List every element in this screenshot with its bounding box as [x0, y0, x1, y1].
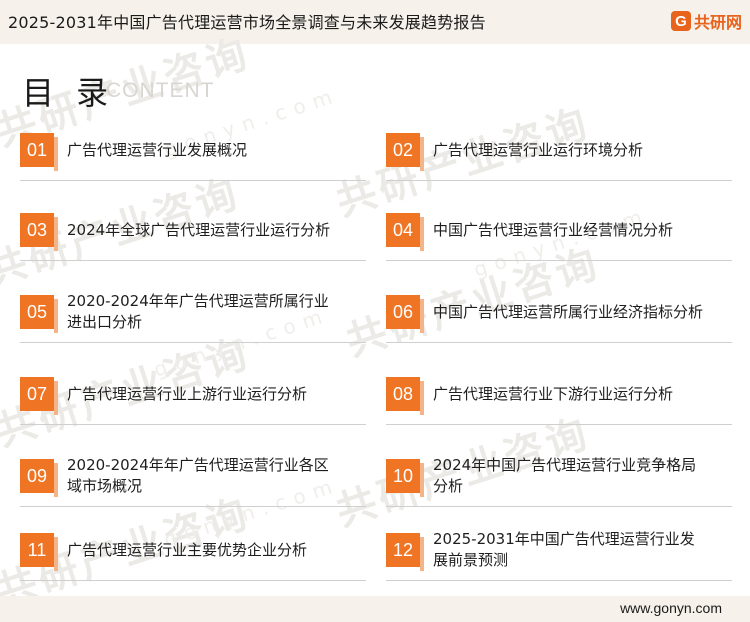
toc-item-number: 02 — [386, 133, 424, 171]
toc-item[interactable]: 04 中国广告代理运营行业经营情况分析 — [386, 200, 732, 261]
brand-logo: G 共研网 — [670, 8, 742, 34]
toc-item-number: 10 — [386, 459, 424, 497]
toc-subheading: CONTENT — [106, 79, 215, 102]
toc-item-number: 03 — [20, 213, 58, 251]
toc-item-number: 09 — [20, 459, 58, 497]
toc-item-number: 01 — [20, 133, 58, 171]
toc-item-number: 07 — [20, 377, 58, 415]
toc-item[interactable]: 10 2024年中国广告代理运营行业竞争格局分析 — [386, 446, 732, 507]
toc-item[interactable]: 03 2024年全球广告代理运营行业运行分析 — [20, 200, 366, 261]
toc-item-number: 08 — [386, 377, 424, 415]
toc-item-label: 中国广告代理运营所属行业经济指标分析 — [433, 302, 704, 321]
toc-item-number: 12 — [386, 533, 424, 571]
toc-item[interactable]: 08 广告代理运营行业下游行业运行分析 — [386, 364, 732, 425]
toc-item-label: 广告代理运营行业上游行业运行分析 — [67, 384, 308, 403]
toc-item-label: 广告代理运营行业下游行业运行分析 — [433, 384, 674, 403]
toc-item[interactable]: 05 2020-2024年年广告代理运营所属行业进出口分析 — [20, 282, 366, 343]
toc-item[interactable]: 07 广告代理运营行业上游行业运行分析 — [20, 364, 366, 425]
toc-item-label: 2024年中国广告代理运营行业竞争格局分析 — [433, 456, 697, 495]
toc-item[interactable]: 11 广告代理运营行业主要优势企业分析 — [20, 520, 366, 581]
toc-item-label: 2020-2024年年广告代理运营所属行业进出口分析 — [67, 292, 329, 331]
toc-item-label: 2025-2031年中国广告代理运营行业发展前景预测 — [433, 530, 695, 569]
header-bar: 2025-2031年中国广告代理运营市场全景调查与未来发展趋势报告 G 共研网 — [0, 0, 750, 44]
logo-text: 共研网 — [693, 13, 742, 32]
toc-item[interactable]: 12 2025-2031年中国广告代理运营行业发展前景预测 — [386, 520, 732, 581]
toc-item-label: 中国广告代理运营行业经营情况分析 — [433, 220, 674, 239]
toc-heading: 目 录 — [22, 74, 115, 112]
toc-item[interactable]: 06 中国广告代理运营所属行业经济指标分析 — [386, 282, 732, 343]
toc-item[interactable]: 01 广告代理运营行业发展概况 — [20, 120, 366, 181]
toc-item-label: 广告代理运营行业发展概况 — [67, 140, 248, 159]
toc-item[interactable]: 09 2020-2024年年广告代理运营行业各区域市场概况 — [20, 446, 366, 507]
toc-item-label: 广告代理运营行业主要优势企业分析 — [67, 540, 308, 559]
toc-item-number: 05 — [20, 295, 58, 333]
footer-bar: www.gonyn.com — [0, 596, 750, 622]
toc-item-number: 04 — [386, 213, 424, 251]
toc-item-number: 11 — [20, 533, 58, 571]
logo-g-icon: G — [670, 11, 691, 31]
website-link[interactable]: www.gonyn.com — [620, 600, 722, 616]
toc-item[interactable]: 02 广告代理运营行业运行环境分析 — [386, 120, 732, 181]
toc-item-label: 2024年全球广告代理运营行业运行分析 — [67, 220, 331, 239]
toc-item-label: 广告代理运营行业运行环境分析 — [433, 140, 644, 159]
toc-item-number: 06 — [386, 295, 424, 333]
toc-item-label: 2020-2024年年广告代理运营行业各区域市场概况 — [67, 456, 329, 495]
document-title: 2025-2031年中国广告代理运营市场全景调查与未来发展趋势报告 — [8, 13, 486, 32]
